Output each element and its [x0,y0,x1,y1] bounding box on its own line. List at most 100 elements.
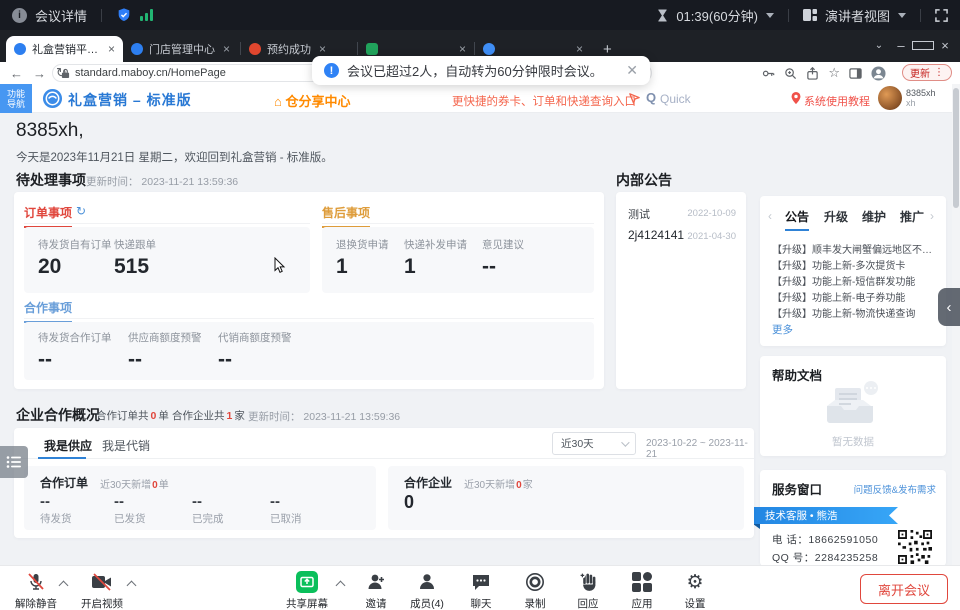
back-icon[interactable]: ← [10,66,23,81]
forward-icon[interactable]: → [33,66,46,81]
quick-search-label[interactable]: Quick [660,92,691,106]
record-icon [525,571,545,593]
minimize-button[interactable]: – [890,38,912,53]
chrome-update-button[interactable]: 更新 ⋮ [902,64,952,81]
browser-tab-active[interactable]: 礼盒营销平台管理中心 × [6,36,123,62]
stat-value[interactable]: 1 [404,255,416,279]
stat-value[interactable]: 20 [38,255,61,279]
tab-i-am-supplier[interactable]: 我是供应 [44,437,92,454]
system-tutorial-link[interactable]: 系统使用教程 [804,93,870,109]
notice-item[interactable]: 测试 [628,206,650,222]
zoom-icon[interactable] [784,67,797,80]
tab-close-icon[interactable]: × [223,42,230,56]
unmute-button[interactable]: 解除静音 [0,571,72,610]
divider [101,9,102,22]
share-screen-button[interactable]: 共享屏幕 [271,571,343,610]
greeting: 8385xh, [16,120,84,142]
function-nav-toggle[interactable]: 功能 导航 [0,84,32,113]
announcement-item[interactable]: 【升级】功能上新-短信群发功能 [772,273,936,288]
announcement-item[interactable]: 【升级】功能上新-电子券功能 [772,289,936,304]
browser-menu-icon[interactable]: ⋮ [934,67,944,78]
tab-upgrade[interactable]: 升级 [824,208,848,225]
timer-dropdown-icon[interactable] [766,13,774,18]
panel-collapse-handle[interactable]: ‹ [938,288,960,326]
bookmark-star-icon[interactable]: ☆ [828,65,840,81]
tabs-next-icon[interactable]: › [930,209,934,223]
help-docs-title: 帮助文档 [772,365,822,384]
user-name-block[interactable]: 8385xh xh [906,88,936,108]
tab-maintenance[interactable]: 维护 [862,208,886,225]
stat-label: 待发货自有订单 [38,237,112,252]
announcement-item[interactable]: 【升级】顺丰发大闸蟹偏远地区不成功问... [772,241,936,256]
network-signal-icon[interactable] [140,9,153,21]
tab-close-icon[interactable]: × [319,42,326,56]
sub-label: 近30天新增 [464,480,515,491]
video-options-caret[interactable] [128,580,136,588]
box-subtitle: 近30天新增0家 [464,476,533,491]
button-label: 成员(4) [410,596,444,610]
mouse-cursor [274,257,286,279]
brand-logo-icon [42,88,63,114]
refresh-icon[interactable]: ↻ [76,204,86,218]
qq-label: QQ 号： [772,552,815,564]
tabs-prev-icon[interactable]: ‹ [768,209,772,223]
start-video-button[interactable]: 开启视频 [66,571,138,610]
stat-value[interactable]: 1 [336,255,348,279]
stat-value[interactable]: -- [218,348,232,372]
user-avatar[interactable] [878,86,902,110]
stat-value[interactable]: 515 [114,255,149,279]
pointer-icon [628,92,641,110]
tab-search-icon[interactable]: ⌄ [868,40,890,51]
stat-value[interactable]: -- [38,348,52,372]
brand-name: 礼盒营销 – 标准版 [68,90,192,110]
quick-search-icon[interactable]: Q [646,90,656,105]
announcements-card: ‹ 公告 升级 维护 推广 › 【升级】顺丰发大闸蟹偏远地区不成功问... 【升… [760,196,946,346]
announcement-item[interactable]: 【升级】功能上新-物流快递查询 [772,305,936,320]
meeting-info-icon[interactable]: i [12,8,27,23]
notice-item[interactable]: 2j4124141 [628,228,684,242]
fullscreen-icon[interactable] [935,9,948,22]
settings-button[interactable]: ⚙ 设置 [659,571,731,610]
tab-promotion[interactable]: 推广 [900,208,924,225]
toast-close-icon[interactable]: ✕ [626,62,638,79]
coop-orders-box: 合作订单 近30天新增0单 -- -- -- -- 待发货 已发货 已完成 已取… [24,466,376,530]
scrollbar-thumb[interactable] [953,88,959,208]
divider [24,223,310,224]
view-dropdown-icon[interactable] [898,13,906,18]
tab-announcement[interactable]: 公告 [785,208,809,231]
tab-title: 门店管理中心 [149,41,215,57]
side-panel-icon[interactable] [849,67,862,80]
warehouse-share-center-link[interactable]: ⌂ 仓分享中心 [274,91,350,110]
tab-close-icon[interactable]: × [576,42,583,56]
share-icon[interactable] [806,67,819,80]
close-window-button[interactable]: × [934,38,956,53]
shield-icon[interactable] [116,7,132,23]
leave-meeting-button[interactable]: 离开会议 [860,574,948,604]
tab-title: 预约成功 [267,41,311,57]
camera-off-icon [91,571,113,593]
feedback-link[interactable]: 问题反馈&发布需求 [854,482,936,496]
password-key-icon[interactable] [762,67,775,80]
phone-label: 电 话： [772,534,808,546]
view-mode-label[interactable]: 演讲者视图 [825,6,890,25]
floating-menu-widget[interactable] [0,446,28,478]
pending-card: 订单事项 ↻ 待发货自有订单 快递跟单 20 515 售后事项 退换货申请 快递… [14,192,604,389]
stat-value[interactable]: -- [482,255,496,279]
tab-close-icon[interactable]: × [108,42,115,56]
order-stat-label: 待发货 [40,511,72,526]
profile-avatar-icon[interactable] [871,66,886,81]
button-label: 设置 [685,596,706,610]
meeting-details-label[interactable]: 会议详情 [35,6,87,25]
date-range-select[interactable]: 近30天 [552,432,636,455]
restore-button[interactable] [912,38,934,53]
announcement-item[interactable]: 【升级】功能上新-多次提货卡 [772,257,936,272]
pending-section-title: 待处理事项 [16,170,86,190]
stat-label: 合作订单共 [96,410,149,422]
lock-icon [61,68,70,79]
tab-title: 礼盒营销平台管理中心 [32,41,100,57]
tab-close-icon[interactable]: × [459,42,466,56]
stat-value[interactable]: -- [128,348,142,372]
more-link[interactable]: 更多 [772,322,793,337]
tab-i-am-agent[interactable]: 我是代销 [102,437,150,454]
browser-tab[interactable]: 门店管理中心 × [123,36,240,62]
